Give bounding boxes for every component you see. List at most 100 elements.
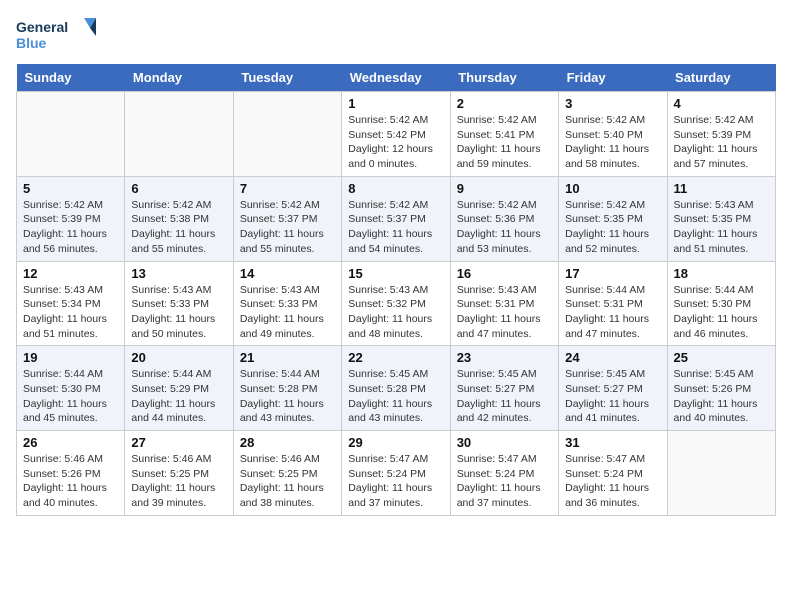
day-number: 23: [457, 350, 552, 365]
day-info: Sunrise: 5:43 AMSunset: 5:31 PMDaylight:…: [457, 283, 552, 342]
day-number: 24: [565, 350, 660, 365]
day-number: 6: [131, 181, 226, 196]
day-number: 11: [674, 181, 769, 196]
day-info: Sunrise: 5:47 AMSunset: 5:24 PMDaylight:…: [457, 452, 552, 511]
day-info: Sunrise: 5:42 AMSunset: 5:40 PMDaylight:…: [565, 113, 660, 172]
days-header-row: SundayMondayTuesdayWednesdayThursdayFrid…: [17, 64, 776, 92]
calendar-cell: 5 Sunrise: 5:42 AMSunset: 5:39 PMDaylight…: [17, 176, 125, 261]
day-info: Sunrise: 5:42 AMSunset: 5:41 PMDaylight:…: [457, 113, 552, 172]
day-info: Sunrise: 5:42 AMSunset: 5:37 PMDaylight:…: [348, 198, 443, 257]
calendar-cell: 30 Sunrise: 5:47 AMSunset: 5:24 PMDayligh…: [450, 431, 558, 516]
day-info: Sunrise: 5:43 AMSunset: 5:33 PMDaylight:…: [131, 283, 226, 342]
day-number: 7: [240, 181, 335, 196]
calendar-cell: 10 Sunrise: 5:42 AMSunset: 5:35 PMDayligh…: [559, 176, 667, 261]
day-info: Sunrise: 5:42 AMSunset: 5:42 PMDaylight:…: [348, 113, 443, 172]
week-row-3: 12Sunrise: 5:43 AMSunset: 5:34 PMDayligh…: [17, 261, 776, 346]
calendar-cell: 2 Sunrise: 5:42 AMSunset: 5:41 PMDaylight…: [450, 92, 558, 177]
day-info: Sunrise: 5:45 AMSunset: 5:27 PMDaylight:…: [457, 367, 552, 426]
week-row-2: 5 Sunrise: 5:42 AMSunset: 5:39 PMDaylight…: [17, 176, 776, 261]
calendar-cell: 23 Sunrise: 5:45 AMSunset: 5:27 PMDayligh…: [450, 346, 558, 431]
logo-icon: General Blue: [16, 16, 96, 56]
week-row-5: 26Sunrise: 5:46 AMSunset: 5:26 PMDayligh…: [17, 431, 776, 516]
week-row-1: 1 Sunrise: 5:42 AMSunset: 5:42 PMDaylight…: [17, 92, 776, 177]
week-row-4: 19Sunrise: 5:44 AMSunset: 5:30 PMDayligh…: [17, 346, 776, 431]
day-info: Sunrise: 5:42 AMSunset: 5:35 PMDaylight:…: [565, 198, 660, 257]
calendar-cell: 4Sunrise: 5:42 AMSunset: 5:39 PMDaylight…: [667, 92, 775, 177]
day-info: Sunrise: 5:42 AMSunset: 5:37 PMDaylight:…: [240, 198, 335, 257]
day-header-sunday: Sunday: [17, 64, 125, 92]
calendar-cell: 14 Sunrise: 5:43 AMSunset: 5:33 PMDayligh…: [233, 261, 341, 346]
day-info: Sunrise: 5:42 AMSunset: 5:36 PMDaylight:…: [457, 198, 552, 257]
day-number: 18: [674, 266, 769, 281]
calendar-cell: 28Sunrise: 5:46 AMSunset: 5:25 PMDayligh…: [233, 431, 341, 516]
day-info: Sunrise: 5:44 AMSunset: 5:29 PMDaylight:…: [131, 367, 226, 426]
day-info: Sunrise: 5:42 AMSunset: 5:38 PMDaylight:…: [131, 198, 226, 257]
calendar-cell: 7 Sunrise: 5:42 AMSunset: 5:37 PMDaylight…: [233, 176, 341, 261]
calendar-cell: 11Sunrise: 5:43 AMSunset: 5:35 PMDayligh…: [667, 176, 775, 261]
calendar-cell: 15 Sunrise: 5:43 AMSunset: 5:32 PMDayligh…: [342, 261, 450, 346]
day-info: Sunrise: 5:43 AMSunset: 5:33 PMDaylight:…: [240, 283, 335, 342]
day-header-saturday: Saturday: [667, 64, 775, 92]
calendar-cell: 20 Sunrise: 5:44 AMSunset: 5:29 PMDayligh…: [125, 346, 233, 431]
calendar-cell: 22 Sunrise: 5:45 AMSunset: 5:28 PMDayligh…: [342, 346, 450, 431]
calendar-cell: 21Sunrise: 5:44 AMSunset: 5:28 PMDayligh…: [233, 346, 341, 431]
day-number: 26: [23, 435, 118, 450]
day-number: 5: [23, 181, 118, 196]
day-info: Sunrise: 5:42 AMSunset: 5:39 PMDaylight:…: [23, 198, 118, 257]
calendar-cell: 17 Sunrise: 5:44 AMSunset: 5:31 PMDayligh…: [559, 261, 667, 346]
day-header-monday: Monday: [125, 64, 233, 92]
calendar-cell: [125, 92, 233, 177]
day-number: 15: [348, 266, 443, 281]
day-info: Sunrise: 5:45 AMSunset: 5:26 PMDaylight:…: [674, 367, 769, 426]
day-number: 1: [348, 96, 443, 111]
day-info: Sunrise: 5:44 AMSunset: 5:30 PMDaylight:…: [23, 367, 118, 426]
day-info: Sunrise: 5:44 AMSunset: 5:28 PMDaylight:…: [240, 367, 335, 426]
day-number: 13: [131, 266, 226, 281]
day-number: 10: [565, 181, 660, 196]
day-info: Sunrise: 5:47 AMSunset: 5:24 PMDaylight:…: [348, 452, 443, 511]
day-header-friday: Friday: [559, 64, 667, 92]
day-number: 22: [348, 350, 443, 365]
day-number: 16: [457, 266, 552, 281]
calendar-cell: 25 Sunrise: 5:45 AMSunset: 5:26 PMDayligh…: [667, 346, 775, 431]
calendar-cell: 6 Sunrise: 5:42 AMSunset: 5:38 PMDaylight…: [125, 176, 233, 261]
calendar-cell: 13 Sunrise: 5:43 AMSunset: 5:33 PMDayligh…: [125, 261, 233, 346]
day-header-thursday: Thursday: [450, 64, 558, 92]
day-number: 31: [565, 435, 660, 450]
day-number: 20: [131, 350, 226, 365]
day-number: 25: [674, 350, 769, 365]
day-info: Sunrise: 5:43 AMSunset: 5:32 PMDaylight:…: [348, 283, 443, 342]
day-number: 14: [240, 266, 335, 281]
day-header-wednesday: Wednesday: [342, 64, 450, 92]
calendar-cell: 1 Sunrise: 5:42 AMSunset: 5:42 PMDaylight…: [342, 92, 450, 177]
calendar-cell: 18Sunrise: 5:44 AMSunset: 5:30 PMDayligh…: [667, 261, 775, 346]
day-number: 29: [348, 435, 443, 450]
day-number: 30: [457, 435, 552, 450]
day-info: Sunrise: 5:44 AMSunset: 5:31 PMDaylight:…: [565, 283, 660, 342]
day-number: 2: [457, 96, 552, 111]
day-number: 9: [457, 181, 552, 196]
calendar-cell: 9 Sunrise: 5:42 AMSunset: 5:36 PMDaylight…: [450, 176, 558, 261]
calendar-cell: 29 Sunrise: 5:47 AMSunset: 5:24 PMDayligh…: [342, 431, 450, 516]
calendar-cell: 19Sunrise: 5:44 AMSunset: 5:30 PMDayligh…: [17, 346, 125, 431]
day-info: Sunrise: 5:45 AMSunset: 5:28 PMDaylight:…: [348, 367, 443, 426]
calendar-cell: 3 Sunrise: 5:42 AMSunset: 5:40 PMDaylight…: [559, 92, 667, 177]
page-header: General Blue: [16, 16, 776, 56]
day-info: Sunrise: 5:42 AMSunset: 5:39 PMDaylight:…: [674, 113, 769, 172]
day-number: 3: [565, 96, 660, 111]
day-header-tuesday: Tuesday: [233, 64, 341, 92]
day-number: 17: [565, 266, 660, 281]
day-info: Sunrise: 5:46 AMSunset: 5:25 PMDaylight:…: [131, 452, 226, 511]
svg-text:Blue: Blue: [16, 35, 47, 51]
day-info: Sunrise: 5:46 AMSunset: 5:25 PMDaylight:…: [240, 452, 335, 511]
day-number: 27: [131, 435, 226, 450]
calendar-cell: 26Sunrise: 5:46 AMSunset: 5:26 PMDayligh…: [17, 431, 125, 516]
calendar-cell: 8 Sunrise: 5:42 AMSunset: 5:37 PMDaylight…: [342, 176, 450, 261]
calendar-cell: 31Sunrise: 5:47 AMSunset: 5:24 PMDayligh…: [559, 431, 667, 516]
calendar-cell: 16 Sunrise: 5:43 AMSunset: 5:31 PMDayligh…: [450, 261, 558, 346]
logo: General Blue: [16, 16, 96, 56]
day-number: 8: [348, 181, 443, 196]
calendar-cell: 27 Sunrise: 5:46 AMSunset: 5:25 PMDayligh…: [125, 431, 233, 516]
calendar-table: SundayMondayTuesdayWednesdayThursdayFrid…: [16, 64, 776, 516]
day-info: Sunrise: 5:43 AMSunset: 5:34 PMDaylight:…: [23, 283, 118, 342]
